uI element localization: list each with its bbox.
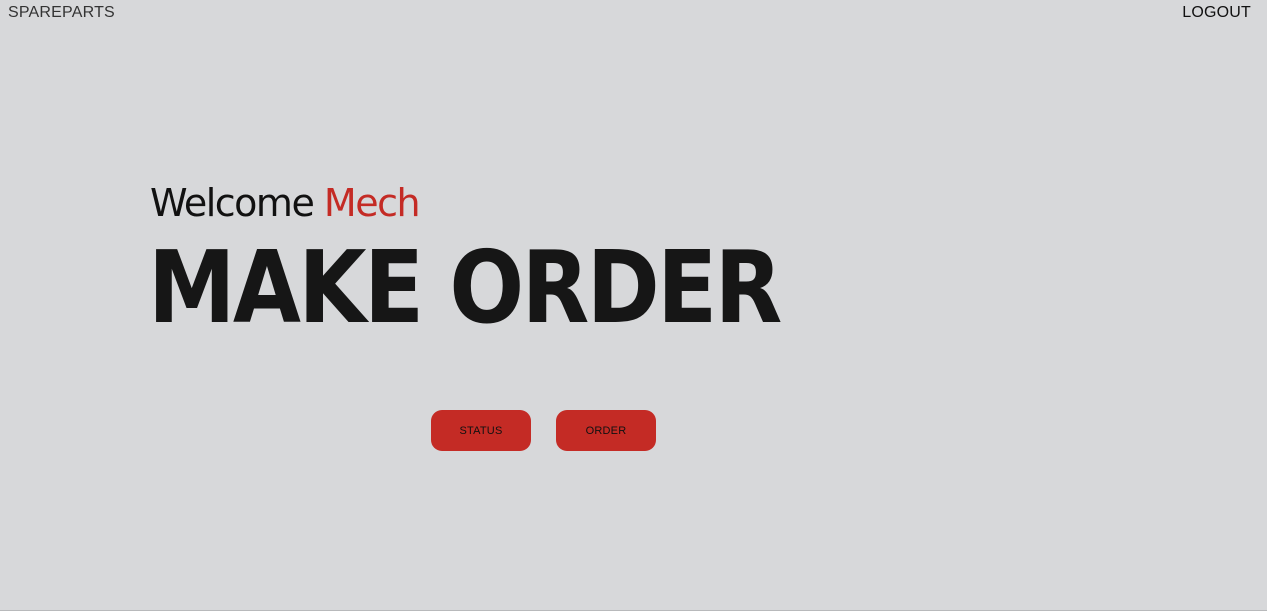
status-button[interactable]: STATUS [431,410,531,451]
logout-link[interactable]: LOGOUT [1182,4,1251,22]
welcome-prefix: Welcome [150,181,315,225]
welcome-heading: Welcome Mech [150,178,421,228]
order-button[interactable]: ORDER [556,410,656,451]
welcome-user-name: Mech [323,181,421,225]
page-headline: MAKE ORDER [148,229,782,346]
action-buttons: STATUS ORDER [431,410,656,451]
brand-link[interactable]: SPAREPARTS [8,4,115,22]
